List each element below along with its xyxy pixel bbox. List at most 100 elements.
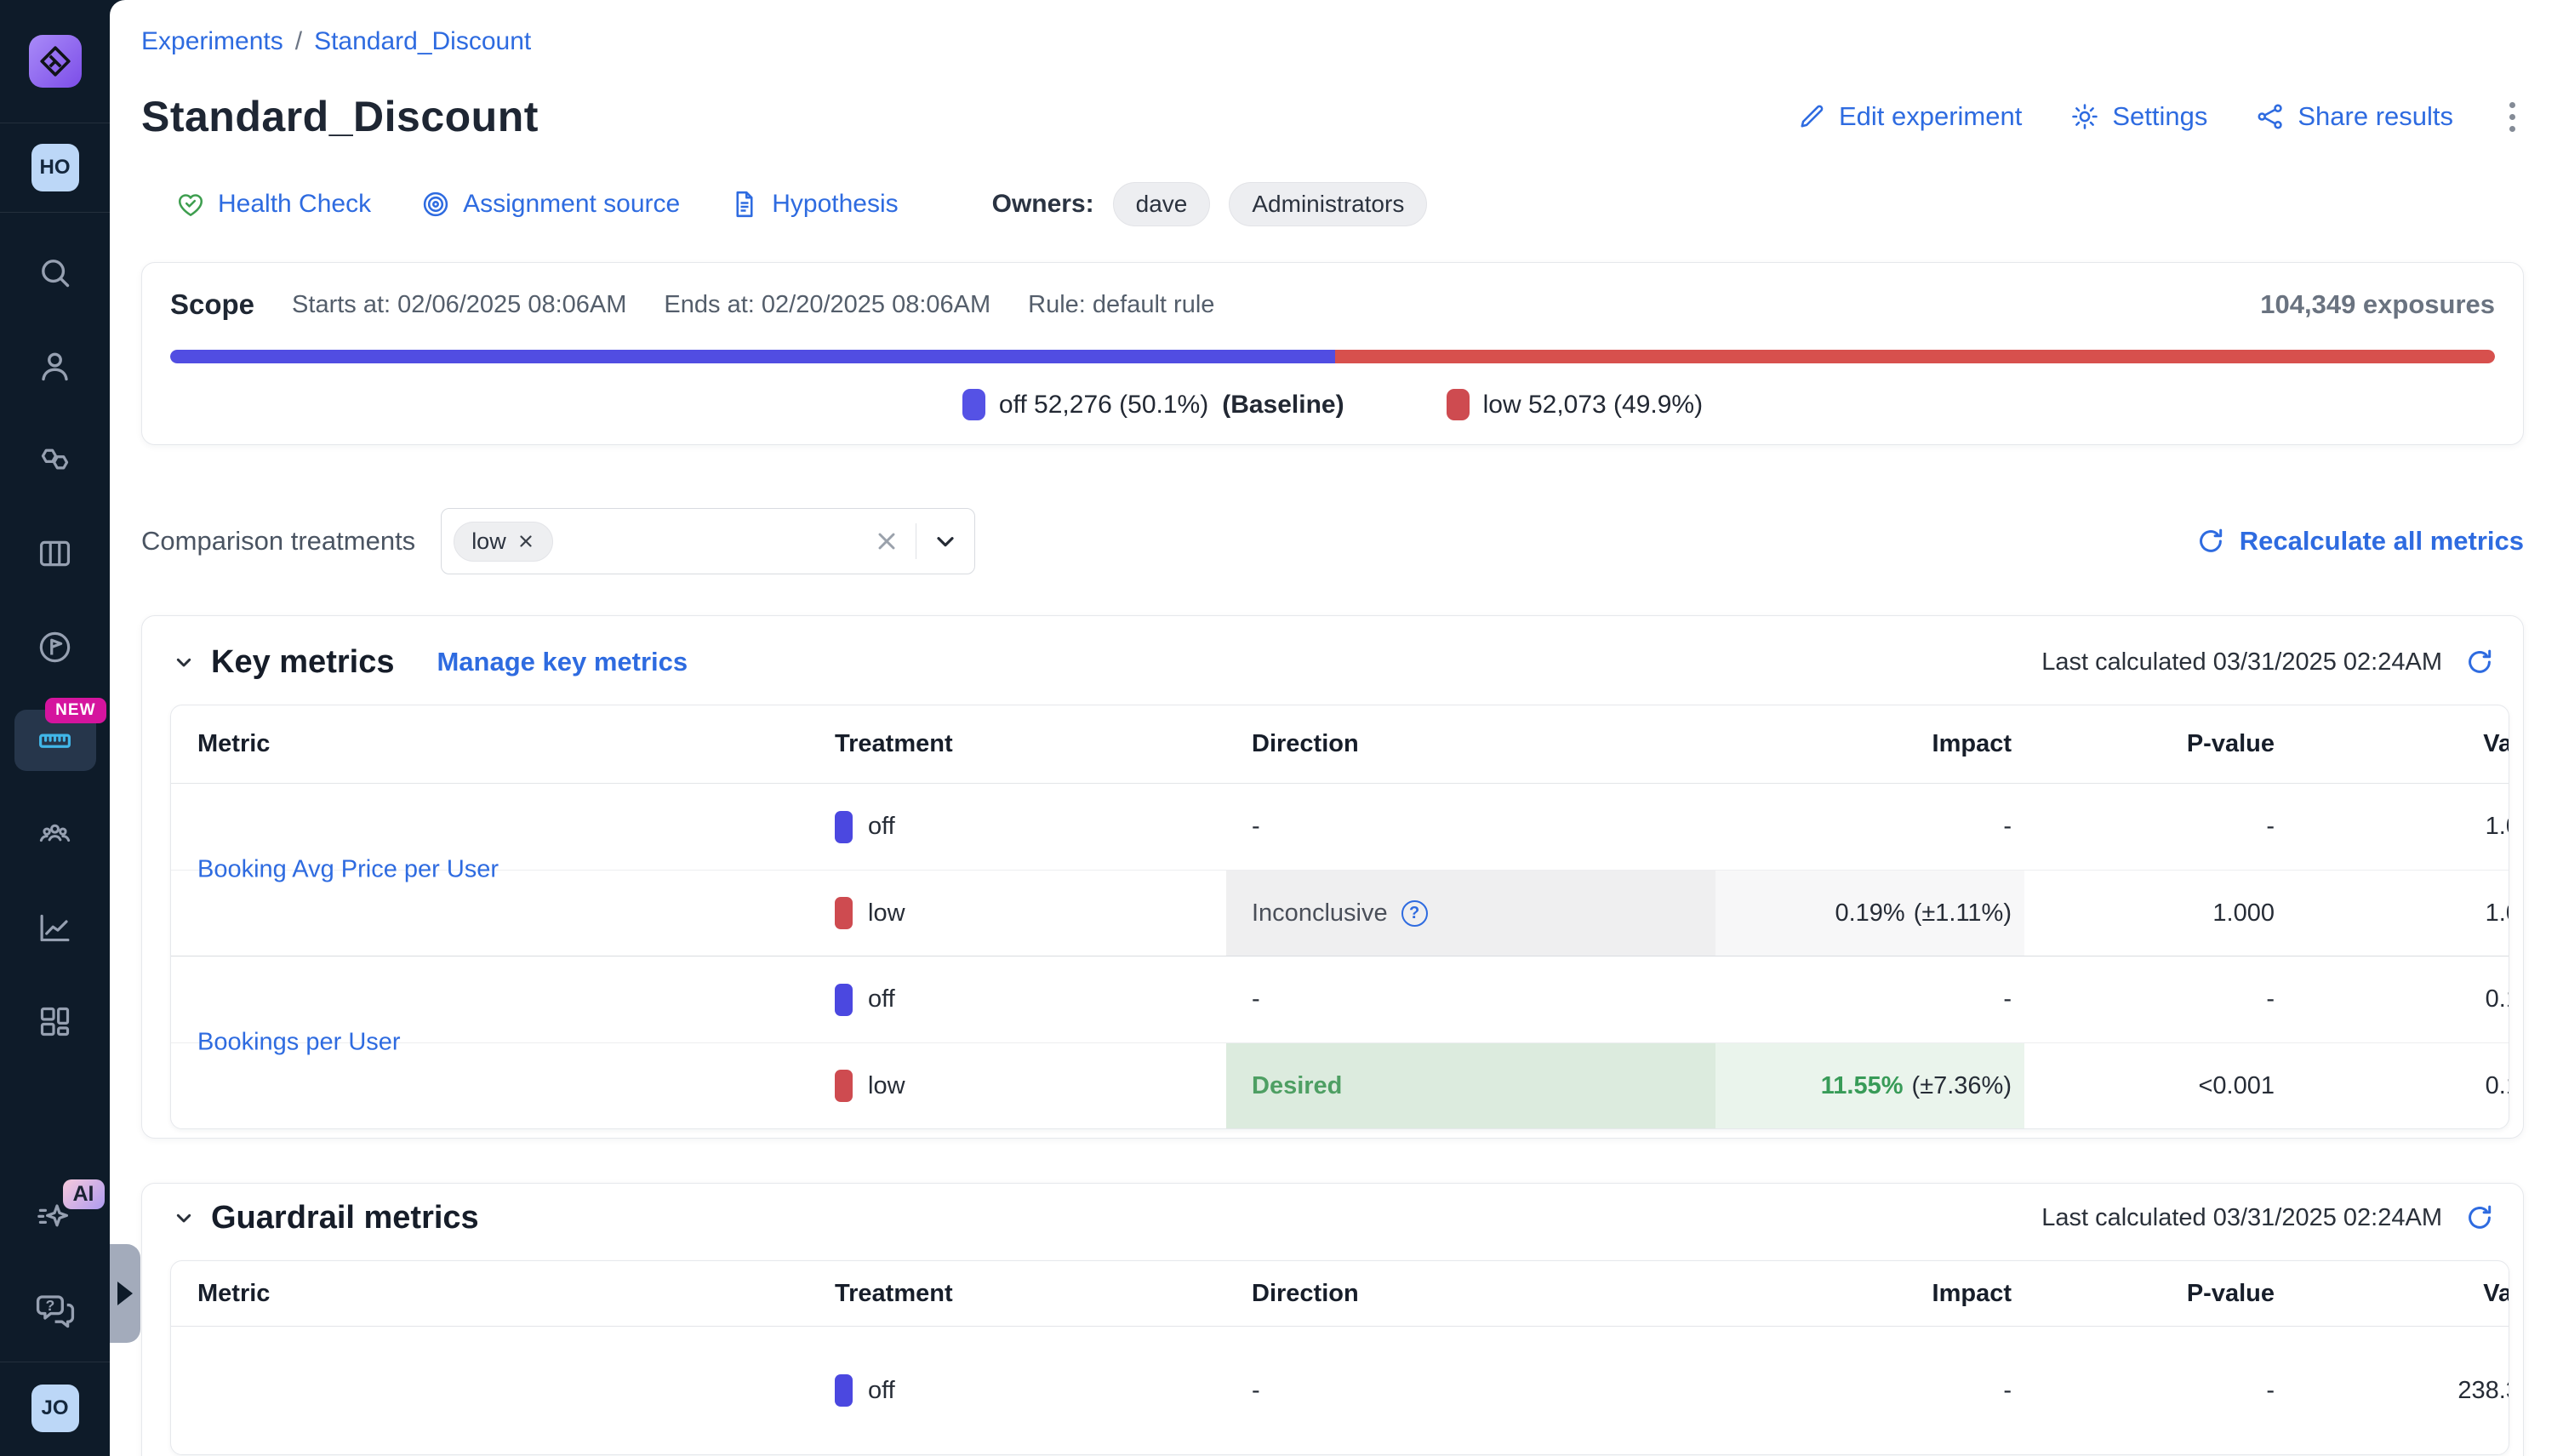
recalculate-all-button[interactable]: Recalculate all metrics bbox=[2195, 526, 2524, 557]
header-actions: Edit experiment Settings Share results bbox=[1796, 97, 2524, 137]
chip-remove-icon bbox=[517, 532, 535, 551]
new-badge: NEW bbox=[45, 698, 106, 723]
user-avatar[interactable]: JO bbox=[31, 1385, 79, 1432]
comparison-row: Comparison treatments low Recalculate al… bbox=[141, 508, 2524, 574]
heart-check-icon bbox=[175, 189, 206, 220]
table-header-row: Metric Treatment Direction Impact P-valu… bbox=[171, 1261, 2509, 1327]
table-row: off - - - 238.3 bbox=[171, 1327, 2509, 1454]
gear-icon bbox=[2069, 101, 2100, 132]
legend-item-off: off 52,276 (50.1%) (Baseline) bbox=[962, 389, 1344, 420]
allocation-segment-off bbox=[170, 350, 1335, 363]
sidebar-item-dashboards[interactable] bbox=[14, 991, 96, 1052]
metric-link-booking-avg-price[interactable]: Booking Avg Price per User bbox=[197, 856, 499, 884]
breadcrumb-separator: / bbox=[295, 27, 302, 56]
treatment-swatch-low bbox=[835, 897, 853, 929]
table-row: low Inconclusive ? 0.19% (±1.11%) 1.000 … bbox=[171, 870, 2509, 956]
sidebar-item-experiments-active[interactable]: NEW bbox=[14, 710, 96, 771]
sidebar-item-gates[interactable] bbox=[14, 429, 96, 490]
refresh-icon bbox=[2464, 1202, 2495, 1233]
help-chat-icon: ? bbox=[34, 1288, 77, 1331]
scope-ends: Ends at: 02/20/2025 08:06AM bbox=[664, 291, 990, 319]
sidebar-bottom: AI ? JO bbox=[0, 1198, 110, 1456]
page-title: Standard_Discount bbox=[141, 92, 539, 141]
sidebar-expand-handle[interactable] bbox=[110, 1244, 140, 1343]
guardrail-metrics-table: Metric Treatment Direction Impact P-valu… bbox=[170, 1260, 2509, 1455]
refresh-icon bbox=[2195, 526, 2226, 557]
treatment-swatch-low bbox=[835, 1070, 853, 1102]
chevron-right-icon bbox=[117, 1282, 133, 1305]
settings-button[interactable]: Settings bbox=[2069, 101, 2207, 132]
share-icon bbox=[2255, 101, 2286, 132]
breadcrumb-current[interactable]: Standard_Discount bbox=[314, 27, 531, 56]
table-row: off - - - 1.0 bbox=[171, 784, 2509, 870]
ruler-icon bbox=[36, 722, 74, 760]
manage-key-metrics-link[interactable]: Manage key metrics bbox=[437, 647, 688, 677]
scope-starts: Starts at: 02/06/2025 08:06AM bbox=[292, 291, 626, 319]
allocation-bar bbox=[170, 350, 2495, 363]
last-calculated: Last calculated 03/31/2025 02:24AM bbox=[2041, 1202, 2495, 1233]
play-flag-icon bbox=[36, 628, 74, 666]
hexagons-icon bbox=[36, 441, 74, 479]
sidebar-item-pulse[interactable] bbox=[14, 616, 96, 677]
sidebar-user-section: JO bbox=[0, 1362, 110, 1456]
direction-help-icon[interactable]: ? bbox=[1401, 900, 1428, 927]
breadcrumb-experiments[interactable]: Experiments bbox=[141, 27, 283, 56]
more-options-button[interactable] bbox=[2501, 97, 2524, 137]
sidebar-item-users[interactable] bbox=[14, 335, 96, 397]
key-metrics-title: Key metrics bbox=[211, 644, 394, 681]
owners-row: Owners: dave Administrators bbox=[992, 182, 1428, 226]
workspace-avatar[interactable]: HO bbox=[31, 144, 79, 191]
sidebar-item-search[interactable] bbox=[14, 242, 96, 303]
ai-badge: AI bbox=[63, 1179, 105, 1209]
metric-group: Bookings per User off - - - 0.1 low Desi… bbox=[171, 956, 2509, 1128]
key-metrics-table: Metric Treatment Direction Impact P-valu… bbox=[170, 705, 2509, 1129]
treatment-select[interactable]: low bbox=[441, 508, 975, 574]
sidebar-item-layers[interactable] bbox=[14, 522, 96, 584]
sidebar-nav: NEW bbox=[14, 242, 96, 1052]
owner-chip-dave[interactable]: dave bbox=[1113, 182, 1211, 226]
metric-group: Booking Avg Price per User off - - - 1.0… bbox=[171, 784, 2509, 956]
sidebar-item-audiences[interactable] bbox=[14, 803, 96, 865]
table-header-row: Metric Treatment Direction Impact P-valu… bbox=[171, 705, 2509, 784]
health-check-link[interactable]: Health Check bbox=[175, 189, 371, 220]
collapse-chevron-icon[interactable] bbox=[170, 1204, 197, 1231]
edit-experiment-button[interactable]: Edit experiment bbox=[1796, 101, 2022, 132]
sidebar-item-ai[interactable]: AI bbox=[35, 1198, 76, 1239]
owners-label: Owners: bbox=[992, 190, 1094, 219]
clear-selection-icon[interactable] bbox=[873, 528, 900, 555]
owner-chip-administrators[interactable]: Administrators bbox=[1229, 182, 1427, 226]
table-row: low Desired 11.55% (±7.36%) <0.001 0.1 bbox=[171, 1042, 2509, 1128]
sidebar-item-help[interactable]: ? bbox=[34, 1288, 77, 1331]
logo-box bbox=[0, 0, 110, 123]
legend-swatch-low bbox=[1447, 389, 1470, 420]
exposures-count: 104,349 exposures bbox=[2260, 289, 2495, 320]
experiment-meta-row: Health Check Assignment source Hypothesi… bbox=[175, 182, 2524, 226]
treatment-swatch-off bbox=[835, 1374, 853, 1407]
hypothesis-link[interactable]: Hypothesis bbox=[729, 189, 898, 220]
selected-treatment-chip[interactable]: low bbox=[454, 522, 553, 562]
collapse-chevron-icon[interactable] bbox=[170, 648, 197, 676]
user-icon bbox=[36, 347, 74, 385]
allocation-legend: off 52,276 (50.1%) (Baseline) low 52,073… bbox=[170, 389, 2495, 420]
pencil-icon bbox=[1796, 101, 1827, 132]
last-calculated: Last calculated 03/31/2025 02:24AM bbox=[2041, 647, 2495, 677]
statsig-logo-icon[interactable] bbox=[29, 35, 82, 88]
metric-group: off - - - 238.3 Average Downloads Promot… bbox=[171, 1327, 2509, 1454]
share-results-button[interactable]: Share results bbox=[2255, 101, 2453, 132]
main-content: Experiments / Standard_Discount Standard… bbox=[110, 0, 2563, 1456]
table-row: off - - - 0.1 bbox=[171, 956, 2509, 1042]
chevron-down-icon[interactable] bbox=[932, 528, 959, 555]
sidebar-item-insights[interactable] bbox=[14, 897, 96, 958]
treatment-swatch-off bbox=[835, 984, 853, 1016]
legend-swatch-off bbox=[962, 389, 985, 420]
breadcrumb: Experiments / Standard_Discount bbox=[141, 27, 2524, 56]
refresh-icon bbox=[2464, 647, 2495, 677]
assignment-source-link[interactable]: Assignment source bbox=[420, 189, 680, 220]
legend-item-low: low 52,073 (49.9%) bbox=[1447, 389, 1704, 420]
metric-link-partial[interactable]: Average Downloads Promoter Net bbox=[197, 1454, 572, 1455]
metric-link-bookings-per-user[interactable]: Bookings per User bbox=[197, 1029, 401, 1057]
workspace-avatar-box: HO bbox=[0, 123, 110, 213]
dashboard-grid-icon bbox=[36, 1002, 74, 1041]
treatment-swatch-off bbox=[835, 811, 853, 843]
allocation-segment-low bbox=[1335, 350, 2495, 363]
